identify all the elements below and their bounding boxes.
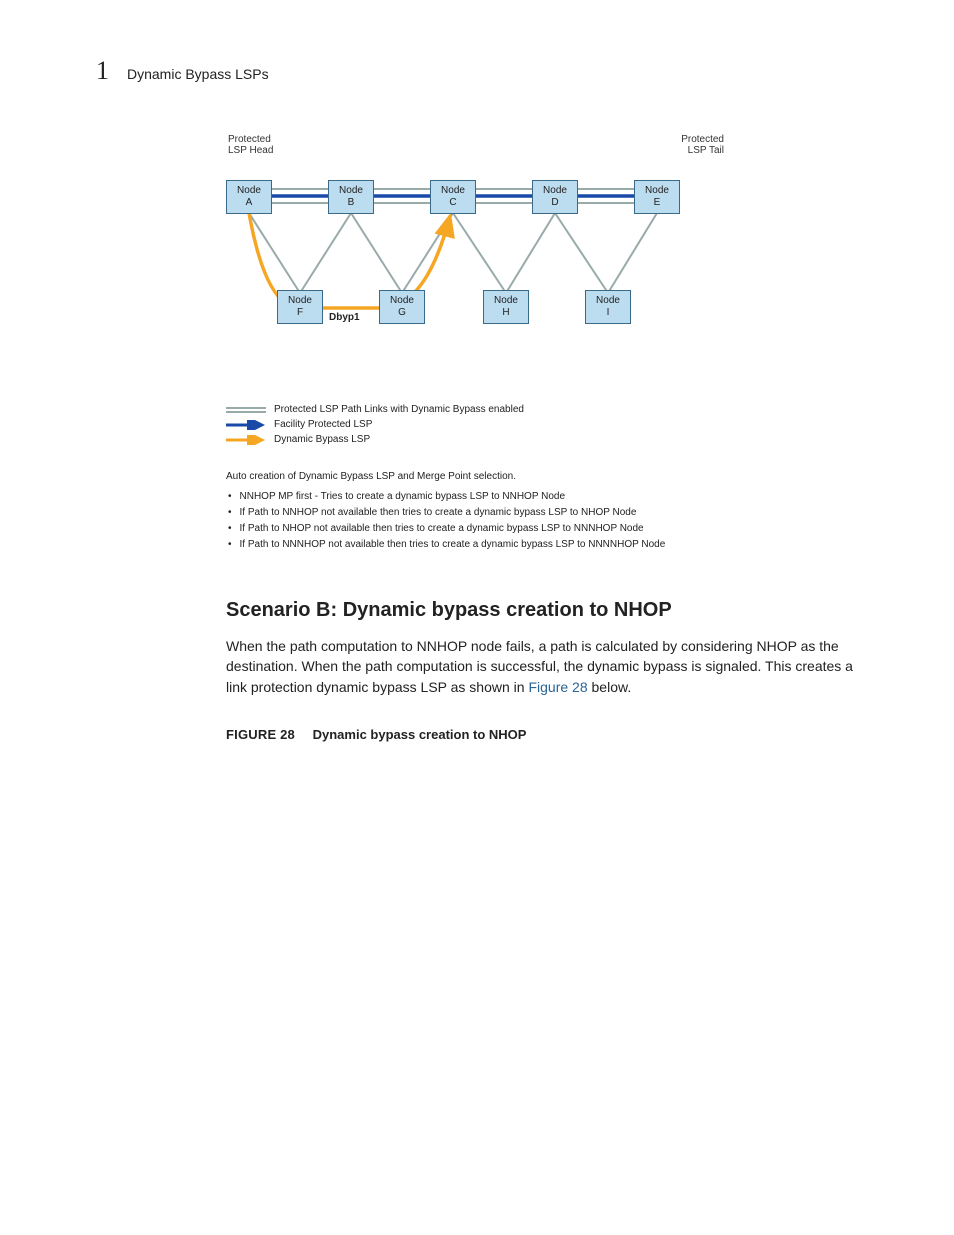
- caption-bullet: If Path to NNNHOP not available then tri…: [226, 537, 726, 553]
- node-c: NodeC: [430, 180, 476, 214]
- node-i: NodeI: [585, 290, 631, 324]
- caption-bullet: If Path to NNHOP not available then trie…: [226, 505, 726, 521]
- node-a: NodeA: [226, 180, 272, 214]
- figure-reference-link[interactable]: Figure 28: [528, 679, 587, 695]
- caption-intro: Auto creation of Dynamic Bypass LSP and …: [226, 469, 726, 485]
- node-h: NodeH: [483, 290, 529, 324]
- node-b: NodeB: [328, 180, 374, 214]
- node-f: NodeF: [277, 290, 323, 324]
- caption-bullet: If Path to NHOP not available then tries…: [226, 521, 726, 537]
- breadcrumb: Dynamic Bypass LSPs: [127, 66, 269, 82]
- scenario-body: When the path computation to NNHOP node …: [226, 636, 854, 697]
- protected-tail-label: ProtectedLSP Tail: [681, 134, 724, 156]
- legend-label: Dynamic Bypass LSP: [274, 434, 370, 445]
- figure-diagram: ProtectedLSP Head ProtectedLSP Tail: [226, 134, 726, 553]
- chapter-number: 1: [96, 56, 109, 86]
- figure-title: FIGURE 28 Dynamic bypass creation to NHO…: [226, 727, 874, 742]
- legend-label: Facility Protected LSP: [274, 419, 372, 430]
- caption-bullet: NNHOP MP first - Tries to create a dynam…: [226, 489, 726, 505]
- legend-label: Protected LSP Path Links with Dynamic By…: [274, 404, 524, 415]
- protected-head-label: ProtectedLSP Head: [228, 134, 273, 156]
- figure-lead: FIGURE 28: [226, 727, 295, 742]
- node-d: NodeD: [532, 180, 578, 214]
- node-g: NodeG: [379, 290, 425, 324]
- body-post: below.: [588, 679, 632, 695]
- legend-row: Dynamic Bypass LSP: [226, 432, 726, 447]
- caption-block: Auto creation of Dynamic Bypass LSP and …: [226, 469, 726, 553]
- scenario-heading: Scenario B: Dynamic bypass creation to N…: [226, 599, 874, 622]
- dbyp-label: Dbyp1: [329, 312, 360, 323]
- legend: Protected LSP Path Links with Dynamic By…: [226, 402, 726, 447]
- legend-row: Protected LSP Path Links with Dynamic By…: [226, 402, 726, 417]
- node-e: NodeE: [634, 180, 680, 214]
- page-header: 1 Dynamic Bypass LSPs: [96, 56, 874, 86]
- figure-caption: Dynamic bypass creation to NHOP: [313, 727, 527, 742]
- legend-row: Facility Protected LSP: [226, 417, 726, 432]
